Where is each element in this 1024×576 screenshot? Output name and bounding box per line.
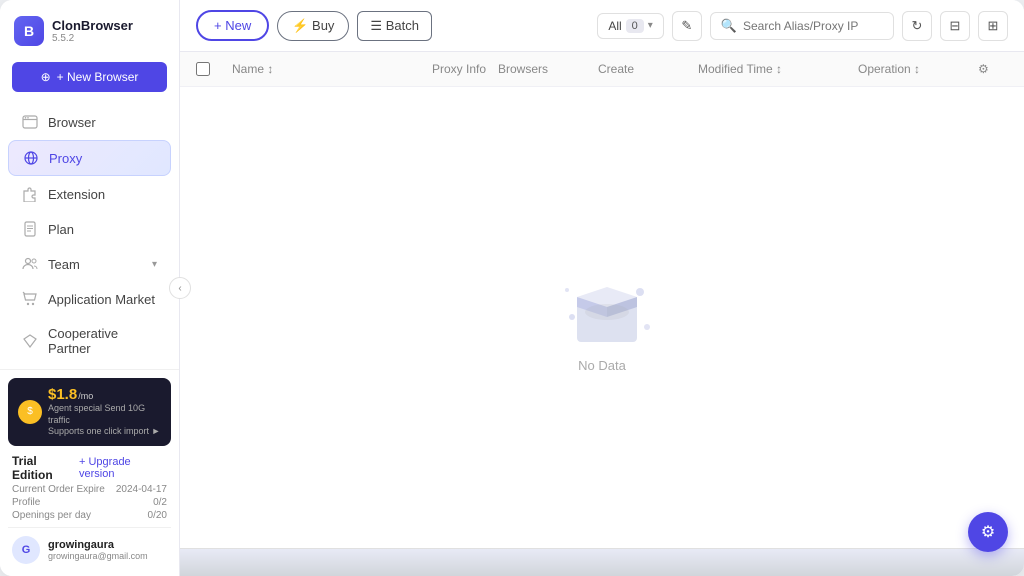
openings-label: Openings per day — [12, 510, 91, 521]
sidebar-item-label: Team — [48, 257, 80, 272]
refresh-button[interactable]: ↻ — [902, 11, 932, 41]
sidebar-item-proxy[interactable]: Proxy — [8, 140, 171, 176]
col-checkbox — [196, 62, 232, 76]
app-name: ClonBrowser — [52, 18, 133, 33]
refresh-icon: ↻ — [912, 18, 923, 34]
sidebar-item-label: Browser — [48, 115, 96, 130]
promo-price: $1.8 — [48, 386, 77, 403]
sidebar-item-application-market[interactable]: Application Market — [8, 282, 171, 316]
sidebar-item-label: Plan — [48, 222, 74, 237]
sidebar-bottom: $ $1.8 /mo Agent special Send 10G traffi… — [0, 369, 179, 576]
buy-button-label: ⚡ Buy — [292, 18, 334, 34]
toolbar: + New ⚡ Buy ☰ Batch All 0 ▾ ✎ 🔍 — [180, 0, 1024, 52]
data-table: Name ↕ Proxy Info Browsers Create Modifi… — [180, 52, 1024, 548]
upgrade-link[interactable]: + Upgrade version — [79, 456, 167, 480]
chevron-down-icon: ▾ — [152, 259, 157, 270]
logo-icon: B — [14, 16, 44, 46]
team-icon — [22, 256, 38, 272]
sidebar-item-extension[interactable]: Extension — [8, 177, 171, 211]
bookmark-button[interactable]: ⊞ — [978, 11, 1008, 41]
app-version: 5.5.2 — [52, 33, 133, 44]
sidebar-item-group-controls[interactable]: Group Controls ▾ — [8, 366, 171, 369]
empty-icon — [552, 262, 652, 342]
promo-banner[interactable]: $ $1.8 /mo Agent special Send 10G traffi… — [8, 378, 171, 446]
select-all-checkbox[interactable] — [196, 62, 210, 76]
user-row[interactable]: G growingaura growingaura@gmail.com — [8, 527, 171, 568]
new-button-label: + New — [214, 18, 251, 33]
bottom-bar — [180, 548, 1024, 576]
fab-icon: ⚙ — [981, 522, 995, 542]
expire-label: Current Order Expire — [12, 484, 105, 495]
user-info: growingaura growingaura@gmail.com — [48, 539, 148, 561]
batch-button[interactable]: ☰ Batch — [357, 11, 432, 41]
puzzle-icon — [22, 186, 38, 202]
profile-label: Profile — [12, 497, 40, 508]
promo-unit: /mo — [78, 391, 93, 401]
col-modified-time[interactable]: Modified Time ↕ — [698, 62, 858, 76]
user-email: growingaura@gmail.com — [48, 551, 148, 561]
search-box: 🔍 — [710, 12, 894, 40]
search-icon: 🔍 — [721, 18, 737, 34]
col-browsers: Browsers — [498, 62, 598, 76]
promo-line2: Supports one click import ► — [48, 426, 161, 438]
chevron-down-icon: ▾ — [648, 20, 653, 31]
new-browser-plus: ⊕ — [41, 70, 51, 84]
shop-icon — [22, 291, 38, 307]
diamond-icon — [22, 333, 38, 349]
sidebar-item-label: Cooperative Partner — [48, 326, 157, 356]
sidebar-item-label: Application Market — [48, 292, 155, 307]
col-create: Create — [598, 62, 698, 76]
batch-button-label: ☰ Batch — [370, 18, 419, 34]
browser-icon — [22, 114, 38, 130]
openings-value: 0/20 — [148, 510, 167, 521]
new-button[interactable]: + New — [196, 10, 269, 41]
user-name: growingaura — [48, 539, 148, 551]
expire-value: 2024-04-17 — [116, 484, 167, 495]
trial-section: Trial Edition + Upgrade version Current … — [8, 454, 171, 521]
globe-icon — [23, 150, 39, 166]
sidebar-item-cooperative-partner[interactable]: Cooperative Partner — [8, 317, 171, 365]
edit-button[interactable]: ✎ — [672, 11, 702, 41]
promo-logo: $ — [18, 400, 42, 424]
new-browser-button[interactable]: ⊕ + New Browser — [12, 62, 167, 92]
col-name[interactable]: Name ↕ — [232, 62, 432, 76]
fab-button[interactable]: ⚙ — [968, 512, 1008, 552]
empty-state: No Data — [180, 87, 1024, 548]
empty-box-illustration — [552, 262, 662, 352]
sidebar-collapse-button[interactable]: ‹ — [169, 277, 191, 299]
sidebar-item-plan[interactable]: Plan — [8, 212, 171, 246]
sidebar-nav: Browser Proxy — [0, 100, 179, 369]
main-content: + New ⚡ Buy ☰ Batch All 0 ▾ ✎ 🔍 — [180, 0, 1024, 576]
edit-icon: ✎ — [681, 18, 692, 34]
col-operation[interactable]: Operation ↕ — [858, 62, 978, 76]
table-header: Name ↕ Proxy Info Browsers Create Modifi… — [180, 52, 1024, 87]
sidebar-item-browser[interactable]: Browser — [8, 105, 171, 139]
filter-label: All — [608, 19, 621, 33]
avatar: G — [12, 536, 40, 564]
sidebar-item-label: Proxy — [49, 151, 82, 166]
sidebar: B ClonBrowser 5.5.2 ⊕ + New Browser — [0, 0, 180, 576]
document-icon — [22, 221, 38, 237]
new-browser-label: + New Browser — [57, 70, 139, 84]
profile-value: 0/2 — [153, 497, 167, 508]
sidebar-item-team[interactable]: Team ▾ — [8, 247, 171, 281]
filter-count: 0 — [626, 19, 644, 33]
empty-text: No Data — [578, 358, 626, 373]
bookmark-icon: ⊞ — [988, 18, 999, 34]
filter-icon: ⊟ — [950, 18, 961, 34]
col-proxy-info: Proxy Info — [432, 62, 498, 76]
filter-button[interactable]: ⊟ — [940, 11, 970, 41]
search-input[interactable] — [743, 19, 883, 33]
logo-area: B ClonBrowser 5.5.2 — [0, 0, 179, 58]
sidebar-item-label: Extension — [48, 187, 105, 202]
buy-button[interactable]: ⚡ Buy — [277, 11, 349, 41]
filter-dropdown[interactable]: All 0 ▾ — [597, 13, 664, 39]
logo-text: ClonBrowser 5.5.2 — [52, 18, 133, 44]
col-settings[interactable]: ⚙ — [978, 62, 1008, 76]
trial-label: Trial Edition — [12, 454, 79, 482]
promo-line1: Agent special Send 10G traffic — [48, 403, 161, 426]
promo-content: $1.8 /mo Agent special Send 10G traffic … — [48, 386, 161, 438]
